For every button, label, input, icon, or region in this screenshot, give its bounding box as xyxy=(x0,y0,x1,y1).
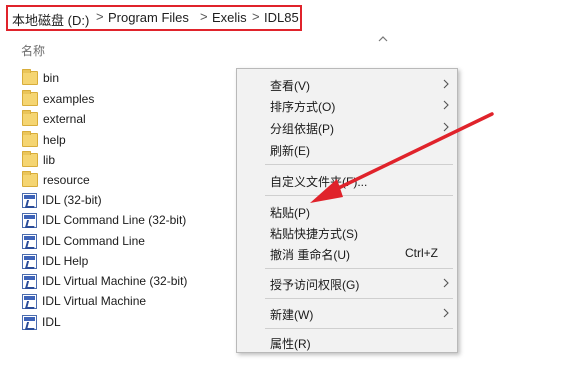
menu-item-label: 刷新(E) xyxy=(270,144,310,158)
item-name: bin xyxy=(43,71,60,85)
item-name: help xyxy=(43,133,66,147)
menu-item-label: 排序方式(O) xyxy=(270,100,336,114)
breadcrumb-drive[interactable]: 本地磁盘 (D:) xyxy=(12,10,89,29)
menu-item-properties[interactable]: 属性(R) xyxy=(237,331,457,353)
chevron-right-icon xyxy=(443,100,449,110)
menu-item-undo-rename[interactable]: 撤消 重命名(U) Ctrl+Z xyxy=(237,242,457,264)
folder-icon xyxy=(22,171,38,187)
menu-divider xyxy=(265,268,453,269)
idl-shortcut-icon xyxy=(22,212,37,228)
list-item-shortcut[interactable]: IDL xyxy=(22,312,232,332)
menu-item-group-by[interactable]: 分组依据(P) xyxy=(237,116,457,138)
menu-item-label: 属性(R) xyxy=(270,337,311,351)
idl-shortcut-icon xyxy=(22,253,37,269)
menu-item-label: 查看(V) xyxy=(270,79,310,93)
menu-item-refresh[interactable]: 刷新(E) xyxy=(237,138,457,160)
menu-item-label: 粘贴快捷方式(S) xyxy=(270,227,358,241)
chevron-right-icon xyxy=(443,122,449,132)
folder-icon xyxy=(22,110,38,126)
idl-shortcut-icon xyxy=(22,273,37,289)
menu-item-label: 撤消 重命名(U) xyxy=(270,248,350,262)
menu-item-paste-shortcut[interactable]: 粘贴快捷方式(S) xyxy=(237,221,457,243)
menu-item-label: 授予访问权限(G) xyxy=(270,278,360,292)
folder-icon xyxy=(22,90,38,106)
menu-divider xyxy=(265,195,453,196)
list-item-folder[interactable]: lib xyxy=(22,150,232,170)
menu-divider xyxy=(265,328,453,329)
menu-divider xyxy=(265,298,453,299)
menu-item-customize-folder[interactable]: 自定义文件夹(F)... xyxy=(237,169,457,191)
idl-shortcut-icon xyxy=(22,314,37,330)
item-name: IDL (32-bit) xyxy=(42,193,102,207)
list-item-folder[interactable]: resource xyxy=(22,170,232,190)
address-bar[interactable]: 本地磁盘 (D:) > Program Files > Exelis > IDL… xyxy=(0,0,578,31)
menu-item-label: 自定义文件夹(F)... xyxy=(270,175,368,189)
item-name: IDL xyxy=(42,315,61,329)
item-name: IDL Help xyxy=(42,254,89,268)
item-name: IDL Command Line (32-bit) xyxy=(42,213,187,227)
menu-item-sort-by[interactable]: 排序方式(O) xyxy=(237,94,457,116)
menu-item-view[interactable]: 查看(V) xyxy=(237,73,457,95)
item-name: lib xyxy=(43,153,56,167)
breadcrumb-separator: > xyxy=(252,9,260,24)
item-name: IDL Virtual Machine xyxy=(42,294,147,308)
item-name: IDL Command Line xyxy=(42,234,145,248)
chevron-right-icon xyxy=(443,79,449,89)
idl-shortcut-icon xyxy=(22,192,37,208)
menu-item-label: 新建(W) xyxy=(270,308,314,322)
context-menu: 查看(V) 排序方式(O) 分组依据(P) 刷新(E) 自定义文件夹(F)...… xyxy=(236,68,458,353)
menu-divider xyxy=(265,164,453,165)
breadcrumb-program-files[interactable]: Program Files xyxy=(108,10,189,25)
breadcrumb-separator: > xyxy=(96,9,104,24)
list-item-folder[interactable]: examples xyxy=(22,89,232,109)
list-item-shortcut[interactable]: IDL Command Line xyxy=(22,231,232,251)
folder-icon xyxy=(22,69,38,85)
breadcrumb-exelis[interactable]: Exelis xyxy=(212,10,247,25)
menu-item-label: 粘贴(P) xyxy=(270,206,310,220)
list-item-folder[interactable]: external xyxy=(22,109,232,129)
menu-item-shortcut: Ctrl+Z xyxy=(405,246,438,260)
menu-item-label: 分组依据(P) xyxy=(270,122,334,136)
item-name: examples xyxy=(43,92,95,106)
column-header-name[interactable]: 名称 xyxy=(21,42,45,59)
list-item-shortcut[interactable]: IDL Virtual Machine (32-bit) xyxy=(22,271,232,291)
menu-item-new[interactable]: 新建(W) xyxy=(237,302,457,324)
idl-shortcut-icon xyxy=(22,233,37,249)
list-item-shortcut[interactable]: IDL Virtual Machine xyxy=(22,291,232,311)
item-name: resource xyxy=(43,173,90,187)
menu-item-paste[interactable]: 粘贴(P) xyxy=(237,200,457,222)
list-item-shortcut[interactable]: IDL Command Line (32-bit) xyxy=(22,210,232,230)
menu-item-give-access[interactable]: 授予访问权限(G) xyxy=(237,272,457,294)
list-item-folder[interactable]: help xyxy=(22,130,232,150)
list-item-shortcut[interactable]: IDL Help xyxy=(22,251,232,271)
idl-shortcut-icon xyxy=(22,293,37,309)
breadcrumb-separator: > xyxy=(200,9,208,24)
folder-icon xyxy=(22,151,38,167)
chevron-right-icon xyxy=(443,278,449,288)
list-item-shortcut[interactable]: IDL (32-bit) xyxy=(22,190,232,210)
item-name: external xyxy=(43,112,86,126)
folder-icon xyxy=(22,131,38,147)
chevron-right-icon xyxy=(443,308,449,318)
sort-ascending-icon[interactable] xyxy=(378,35,388,43)
breadcrumb-idl85[interactable]: IDL85 xyxy=(264,10,299,25)
list-item-folder[interactable]: bin xyxy=(22,68,232,88)
item-name: IDL Virtual Machine (32-bit) xyxy=(42,274,188,288)
